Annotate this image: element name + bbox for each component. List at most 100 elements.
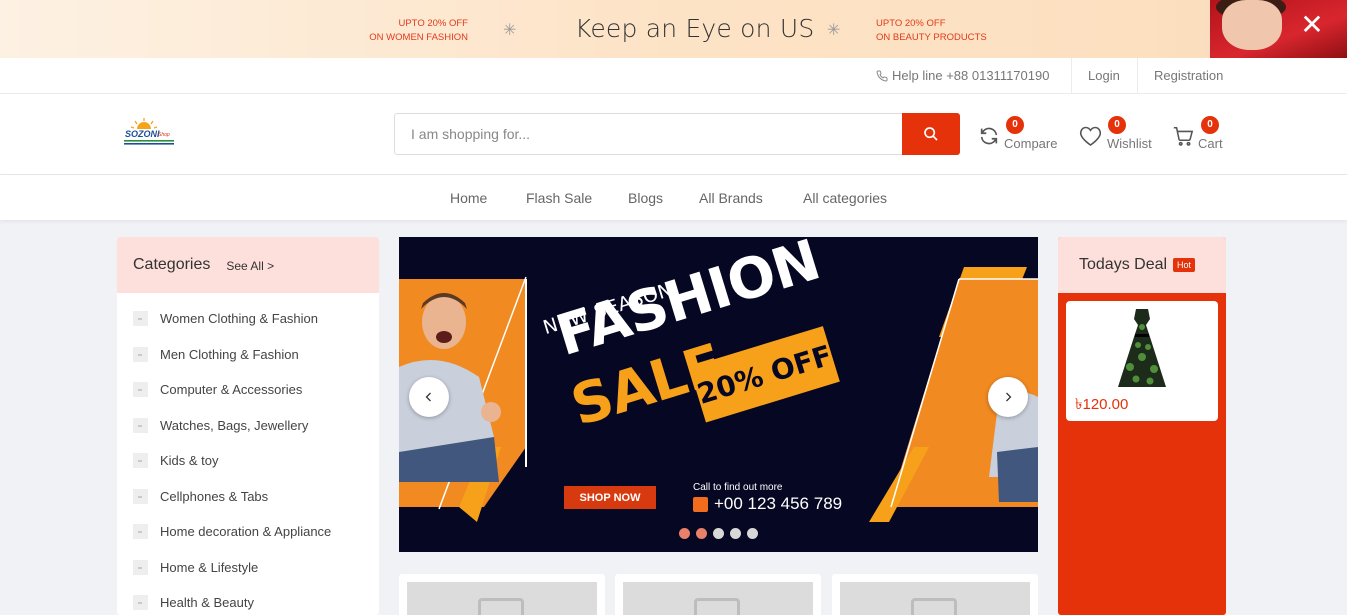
category-label: Men Clothing & Fashion [160,346,299,362]
wishlist-label: Wishlist [1107,135,1152,151]
site-logo[interactable]: SOZONI Shop [122,116,177,150]
category-item[interactable]: Home decoration & Appliance [117,514,379,550]
search-input[interactable] [395,114,902,154]
promo-left-offer: UPTO 20% OFF ON WOMEN FASHION [368,17,468,45]
category-thumbnail [133,524,148,540]
category-label: Women Clothing & Fashion [160,311,319,327]
nav-blogs[interactable]: Blogs [628,190,663,206]
category-label: Cellphones & Tabs [160,488,269,504]
product-card[interactable] [399,574,605,615]
slider-dot[interactable] [679,528,690,539]
product-card[interactable] [615,574,821,615]
todays-deal-panel: Todays Deal Hot ৳120.00 [1058,237,1226,615]
wishlist-button[interactable]: Wishlist 0 [1078,116,1152,154]
product-image-placeholder [407,582,597,615]
slider-prev-button[interactable] [409,377,449,417]
category-label: Watches, Bags, Jewellery [160,417,309,433]
slider-next-button[interactable] [988,377,1028,417]
cart-icon [1173,126,1194,146]
category-item[interactable]: Cellphones & Tabs [117,479,379,515]
hero-phone-number: +00 123 456 789 [714,494,843,513]
chevron-right-icon [1006,392,1012,402]
helpline-text: Help line +88 01311170190 [892,68,1050,83]
category-label: Health & Beauty [160,595,254,611]
promo-title: Keep an Eye on US [575,14,815,43]
nav-flash-sale[interactable]: Flash Sale [526,190,592,206]
helpline: Help line +88 01311170190 [876,68,1049,83]
login-link[interactable]: Login [1088,68,1120,83]
promo-right-line2: ON BEAUTY PRODUCTS [876,32,987,43]
logo-sub: Shop [158,132,170,138]
category-item[interactable]: Health & Beauty [117,585,379,615]
slider-dot[interactable] [747,528,758,539]
nav-all-categories[interactable]: All categories [803,190,887,206]
category-label: Computer & Accessories [160,382,303,398]
nav-all-brands[interactable]: All Brands [699,190,763,206]
compare-button[interactable]: Compare 0 [978,116,1058,154]
image-icon [478,598,524,615]
shop-now-button[interactable]: SHOP NOW [564,486,656,509]
todays-deal-header: Todays Deal Hot [1058,237,1226,293]
cart-label: Cart [1198,135,1223,151]
slider-dot[interactable] [713,528,724,539]
cart-count-badge: 0 [1201,116,1219,134]
dress-image [1118,309,1166,387]
promo-model-face [1222,0,1282,50]
categories-title: Categories [133,256,211,273]
divider [1137,58,1138,94]
product-image-placeholder [623,582,813,615]
product-card[interactable] [832,574,1038,615]
top-bar: Help line +88 01311170190 Login Registra… [0,58,1347,94]
category-item[interactable]: Computer & Accessories [117,372,379,408]
todays-deal-title: Todays Deal [1079,256,1168,273]
promo-left-line1: UPTO 20% OFF [398,18,468,29]
category-thumbnail [133,595,148,611]
promo-right-line1: UPTO 20% OFF [876,18,946,29]
deal-price: ৳120.00 [1075,396,1129,413]
hero-call-label: Call to find out more [693,482,783,493]
category-list: Women Clothing & Fashion Men Clothing & … [117,293,379,615]
phone-icon [876,69,888,81]
slider-dot[interactable] [696,528,707,539]
divider [1071,58,1072,94]
category-item[interactable]: Kids & toy [117,443,379,479]
category-thumbnail [133,417,148,433]
deal-product-card[interactable]: ৳120.00 [1066,301,1218,421]
category-label: Kids & toy [160,453,219,469]
hero-slider[interactable]: NEW SEASON FASHION SALE 20% OFF SHOP NOW… [399,237,1038,552]
star-icon: ✳ [827,22,841,39]
search-bar [394,113,960,155]
compare-count-badge: 0 [1006,116,1024,134]
category-thumbnail [133,382,148,398]
image-icon [911,598,957,615]
category-item[interactable]: Home & Lifestyle [117,550,379,586]
category-thumbnail [133,453,148,469]
category-item[interactable]: Watches, Bags, Jewellery [117,408,379,444]
category-label: Home & Lifestyle [160,559,259,575]
nav-home[interactable]: Home [450,190,487,206]
phone-icon [693,496,708,512]
cart-button[interactable]: Cart 0 [1172,116,1223,154]
see-all-link[interactable]: See All > [226,259,274,273]
compare-icon [980,127,998,145]
wishlist-count-badge: 0 [1108,116,1126,134]
category-item[interactable]: Women Clothing & Fashion [117,301,379,337]
category-thumbnail [133,559,148,575]
categories-header: Categories See All > [117,237,379,293]
compare-label: Compare [1004,135,1058,151]
hero-phone: +00 123 456 789 [693,494,842,514]
categories-panel: Categories See All > Women Clothing & Fa… [117,237,379,615]
promo-left-line2: ON WOMEN FASHION [369,32,468,43]
slider-dot[interactable] [730,528,741,539]
heart-icon [1079,126,1102,146]
image-icon [694,598,740,615]
chevron-left-icon [425,392,431,402]
category-item[interactable]: Men Clothing & Fashion [117,337,379,373]
registration-link[interactable]: Registration [1154,68,1223,83]
main-header: SOZONI Shop Compare 0 Wishlist 0 Cart 0 [0,94,1347,175]
slider-dots [679,528,758,539]
star-icon: ✳ [503,22,517,39]
promo-banner[interactable]: UPTO 20% OFF ON WOMEN FASHION ✳ Keep an … [0,0,1347,58]
search-button[interactable] [902,113,960,155]
close-icon[interactable]: ✕ [1297,10,1327,40]
